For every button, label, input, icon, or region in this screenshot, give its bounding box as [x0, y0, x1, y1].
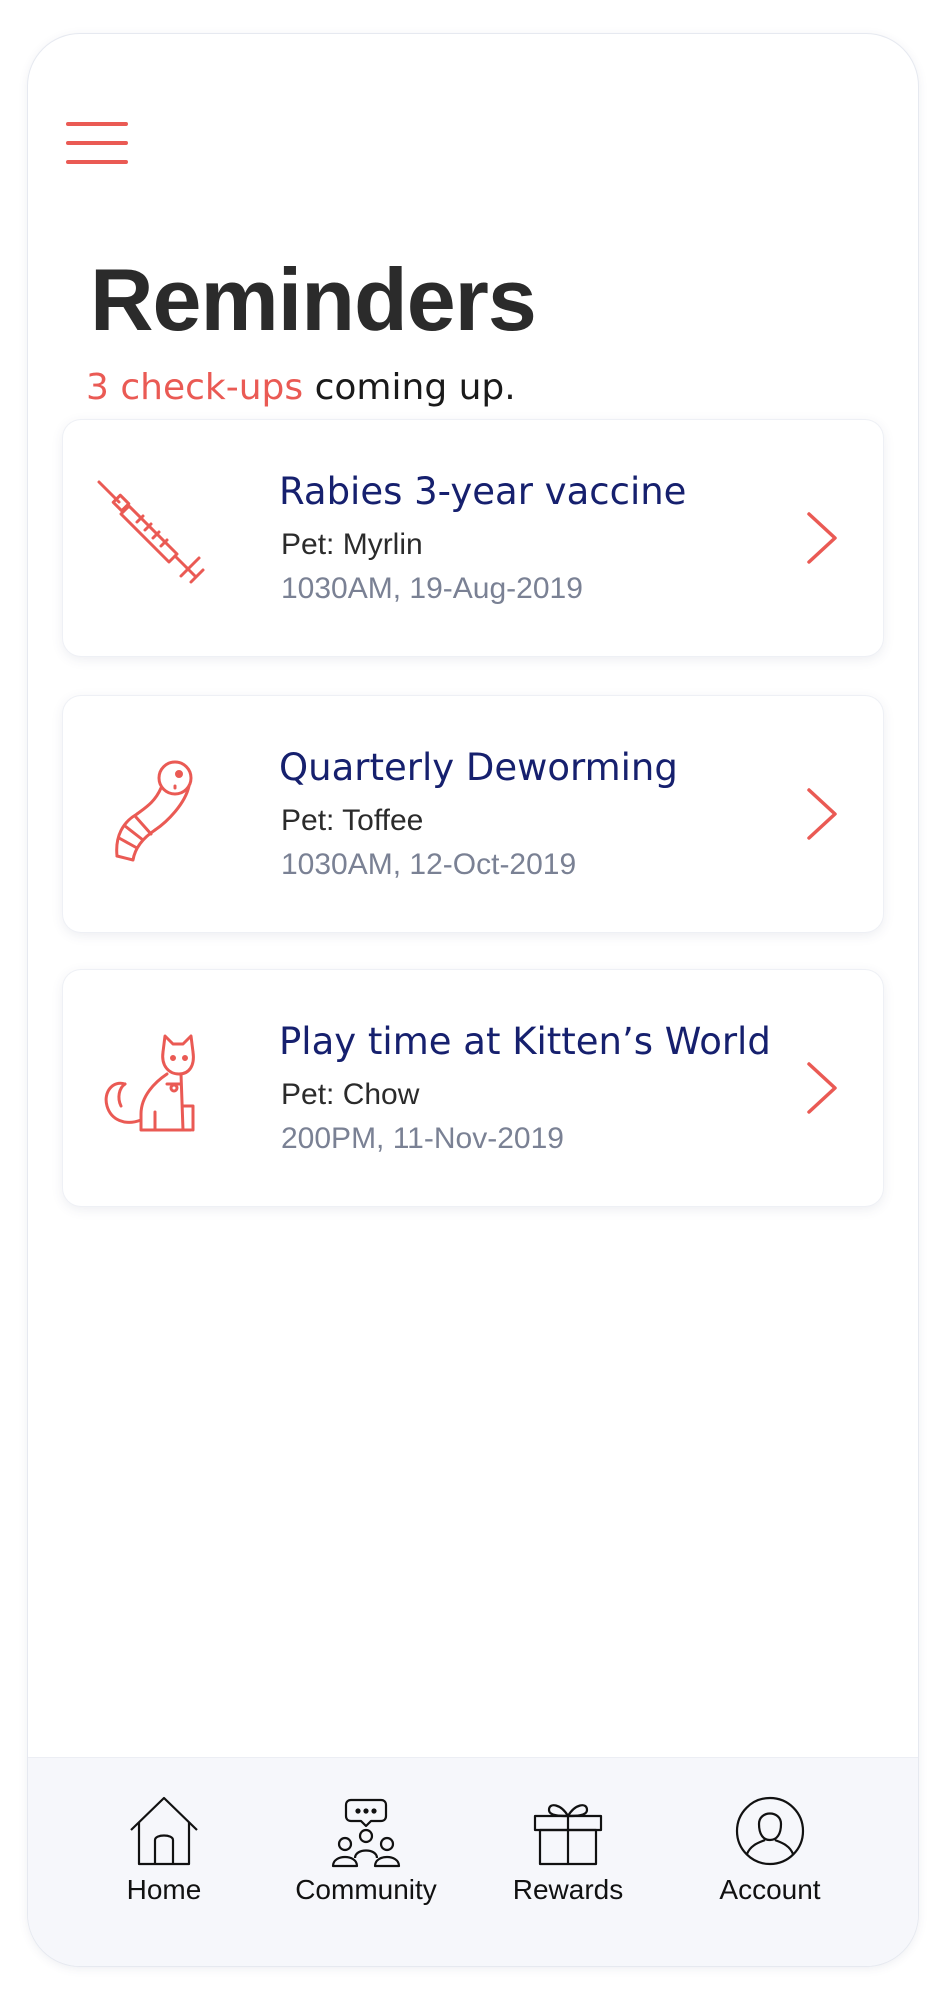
reminder-datetime: 1030AM, 19-Aug-2019 — [281, 572, 583, 605]
reminder-datetime: 200PM, 11-Nov-2019 — [281, 1122, 564, 1155]
home-icon — [130, 1796, 198, 1866]
gift-icon — [533, 1804, 603, 1866]
reminder-pet: Pet: Chow — [281, 1078, 420, 1111]
chevron-right-icon — [807, 788, 837, 840]
nav-label: Rewards — [512, 1874, 624, 1905]
summary-text: coming up. — [303, 367, 516, 408]
nav-rewards[interactable]: Rewards — [468, 1794, 668, 1934]
reminder-card-playtime[interactable]: Play time at Kitten’s World Pet: Chow 20… — [63, 970, 883, 1206]
community-icon — [331, 1798, 401, 1868]
reminder-title: Play time at Kitten’s World — [279, 1020, 771, 1063]
reminder-pet: Pet: Myrlin — [281, 528, 423, 561]
nav-label: Home — [126, 1874, 202, 1905]
reminders-summary: 3 check-ups coming up. — [86, 370, 516, 406]
reminder-pet: Pet: Toffee — [281, 804, 424, 837]
nav-label: Account — [719, 1874, 821, 1905]
syringe-icon — [97, 480, 205, 584]
reminder-card-deworming[interactable]: Quarterly Deworming Pet: Toffee 1030AM, … — [63, 696, 883, 932]
chevron-right-icon — [807, 512, 837, 564]
page-title: Reminders — [90, 250, 537, 349]
reminder-title: Rabies 3-year vaccine — [279, 470, 687, 513]
reminder-title: Quarterly Deworming — [279, 746, 678, 789]
account-icon — [735, 1796, 805, 1866]
phone-screen: Reminders 3 check-ups coming up. Rabies … — [28, 34, 918, 1966]
cat-icon — [104, 1034, 195, 1132]
reminder-datetime: 1030AM, 12-Oct-2019 — [281, 848, 577, 881]
nav-label: Community — [295, 1874, 437, 1905]
worm-icon — [115, 760, 193, 862]
nav-account[interactable]: Account — [670, 1794, 870, 1934]
hamburger-menu-icon[interactable] — [66, 122, 128, 166]
nav-home[interactable]: Home — [64, 1794, 264, 1934]
nav-community[interactable]: Community — [266, 1794, 466, 1934]
chevron-right-icon — [807, 1062, 837, 1114]
reminder-card-rabies[interactable]: Rabies 3-year vaccine Pet: Myrlin 1030AM… — [63, 420, 883, 656]
bottom-nav: Home Community Rewards Account — [28, 1757, 918, 1966]
checkup-count: 3 check-ups — [86, 367, 304, 408]
